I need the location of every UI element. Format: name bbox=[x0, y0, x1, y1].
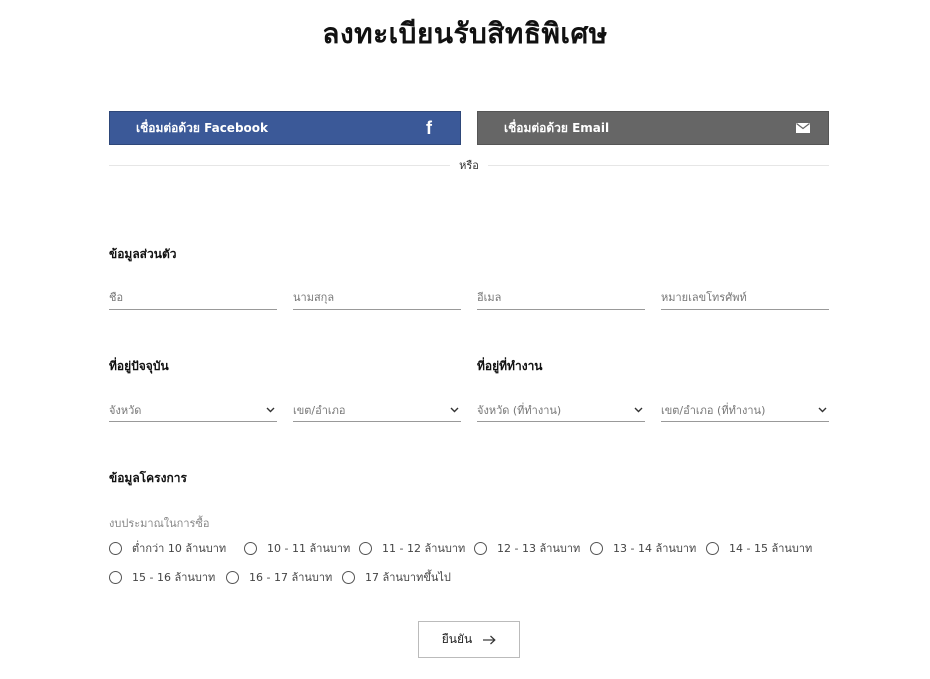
facebook-button-label: เชื่อมต่อด้วย Facebook bbox=[136, 120, 269, 135]
district-select-value: เขต/อำเภอ bbox=[293, 403, 346, 417]
mail-icon bbox=[794, 121, 812, 135]
budget-option-label: 17 ล้านบาทขึ้นไป bbox=[365, 571, 451, 584]
email-connect-button[interactable]: เชื่อมต่อด้วย Email bbox=[477, 111, 829, 145]
or-separator: หรือ bbox=[450, 156, 488, 174]
budget-option[interactable]: 14 - 15 ล้านบาท bbox=[706, 539, 826, 557]
radio-button[interactable] bbox=[226, 570, 239, 584]
radio-button[interactable] bbox=[109, 570, 122, 584]
budget-option[interactable]: 13 - 14 ล้านบาท bbox=[590, 539, 706, 557]
budget-option-label: 13 - 14 ล้านบาท bbox=[613, 542, 697, 555]
budget-option[interactable]: 16 - 17 ล้านบาท bbox=[226, 568, 342, 586]
first-name-input[interactable] bbox=[109, 291, 277, 304]
budget-option[interactable]: 11 - 12 ล้านบาท bbox=[359, 539, 474, 557]
radio-button[interactable] bbox=[244, 541, 257, 555]
radio-button[interactable] bbox=[342, 570, 355, 584]
email-field[interactable] bbox=[477, 286, 645, 310]
budget-radio-row-2: 15 - 16 ล้านบาท 16 - 17 ล้านบาท 17 ล้านบ… bbox=[109, 568, 472, 586]
budget-radio-row-1: ต่ำกว่า 10 ล้านบาท 10 - 11 ล้านบาท 11 - … bbox=[109, 539, 826, 557]
personal-info-heading: ข้อมูลส่วนตัว bbox=[109, 247, 177, 261]
budget-option-label: 11 - 12 ล้านบาท bbox=[382, 542, 466, 555]
work-address-heading: ที่อยู่ที่ทำงาน bbox=[477, 359, 543, 373]
radio-button[interactable] bbox=[474, 541, 487, 555]
province-select[interactable]: จังหวัด bbox=[109, 398, 277, 422]
radio-button[interactable] bbox=[706, 541, 719, 555]
budget-label: งบประมาณในการซื้อ bbox=[109, 517, 210, 530]
budget-option-label: 16 - 17 ล้านบาท bbox=[249, 571, 333, 584]
budget-option-label: 12 - 13 ล้านบาท bbox=[497, 542, 581, 555]
budget-option[interactable]: 12 - 13 ล้านบาท bbox=[474, 539, 590, 557]
budget-option-label: ต่ำกว่า 10 ล้านบาท bbox=[132, 542, 227, 555]
first-name-field[interactable] bbox=[109, 286, 277, 310]
chevron-down-icon bbox=[817, 405, 827, 415]
phone-field[interactable] bbox=[661, 286, 829, 310]
submit-button-label: ยืนยัน bbox=[441, 632, 473, 646]
radio-button[interactable] bbox=[109, 541, 122, 555]
chevron-down-icon bbox=[265, 405, 275, 415]
budget-option-label: 10 - 11 ล้านบาท bbox=[267, 542, 351, 555]
facebook-connect-button[interactable]: เชื่อมต่อด้วย Facebook f bbox=[109, 111, 461, 145]
project-info-heading: ข้อมูลโครงการ bbox=[109, 471, 187, 485]
work-district-select-value: เขต/อำเภอ (ที่ทำงาน) bbox=[661, 403, 766, 417]
budget-option-label: 14 - 15 ล้านบาท bbox=[729, 542, 813, 555]
district-select[interactable]: เขต/อำเภอ bbox=[293, 398, 461, 422]
budget-option[interactable]: 10 - 11 ล้านบาท bbox=[244, 539, 359, 557]
chevron-down-icon bbox=[449, 405, 459, 415]
facebook-icon: f bbox=[426, 117, 432, 138]
radio-button[interactable] bbox=[590, 541, 603, 555]
email-button-label: เชื่อมต่อด้วย Email bbox=[504, 120, 610, 135]
email-input[interactable] bbox=[477, 291, 645, 304]
phone-input[interactable] bbox=[661, 291, 829, 304]
radio-button[interactable] bbox=[359, 541, 372, 555]
last-name-input[interactable] bbox=[293, 291, 461, 304]
current-address-heading: ที่อยู่ปัจจุบัน bbox=[109, 359, 169, 373]
last-name-field[interactable] bbox=[293, 286, 461, 310]
budget-option-label: 15 - 16 ล้านบาท bbox=[132, 571, 216, 584]
page-title: ลงทะเบียนรับสิทธิพิเศษ bbox=[322, 17, 608, 50]
budget-option[interactable]: 17 ล้านบาทขึ้นไป bbox=[342, 568, 472, 586]
work-district-select[interactable]: เขต/อำเภอ (ที่ทำงาน) bbox=[661, 398, 829, 422]
arrow-right-icon bbox=[482, 635, 496, 645]
work-province-select[interactable]: จังหวัด (ที่ทำงาน) bbox=[477, 398, 645, 422]
budget-option[interactable]: 15 - 16 ล้านบาท bbox=[109, 568, 226, 586]
budget-option[interactable]: ต่ำกว่า 10 ล้านบาท bbox=[109, 539, 244, 557]
work-province-select-value: จังหวัด (ที่ทำงาน) bbox=[477, 403, 562, 417]
submit-button[interactable]: ยืนยัน bbox=[418, 621, 520, 658]
province-select-value: จังหวัด bbox=[109, 403, 142, 417]
chevron-down-icon bbox=[633, 405, 643, 415]
